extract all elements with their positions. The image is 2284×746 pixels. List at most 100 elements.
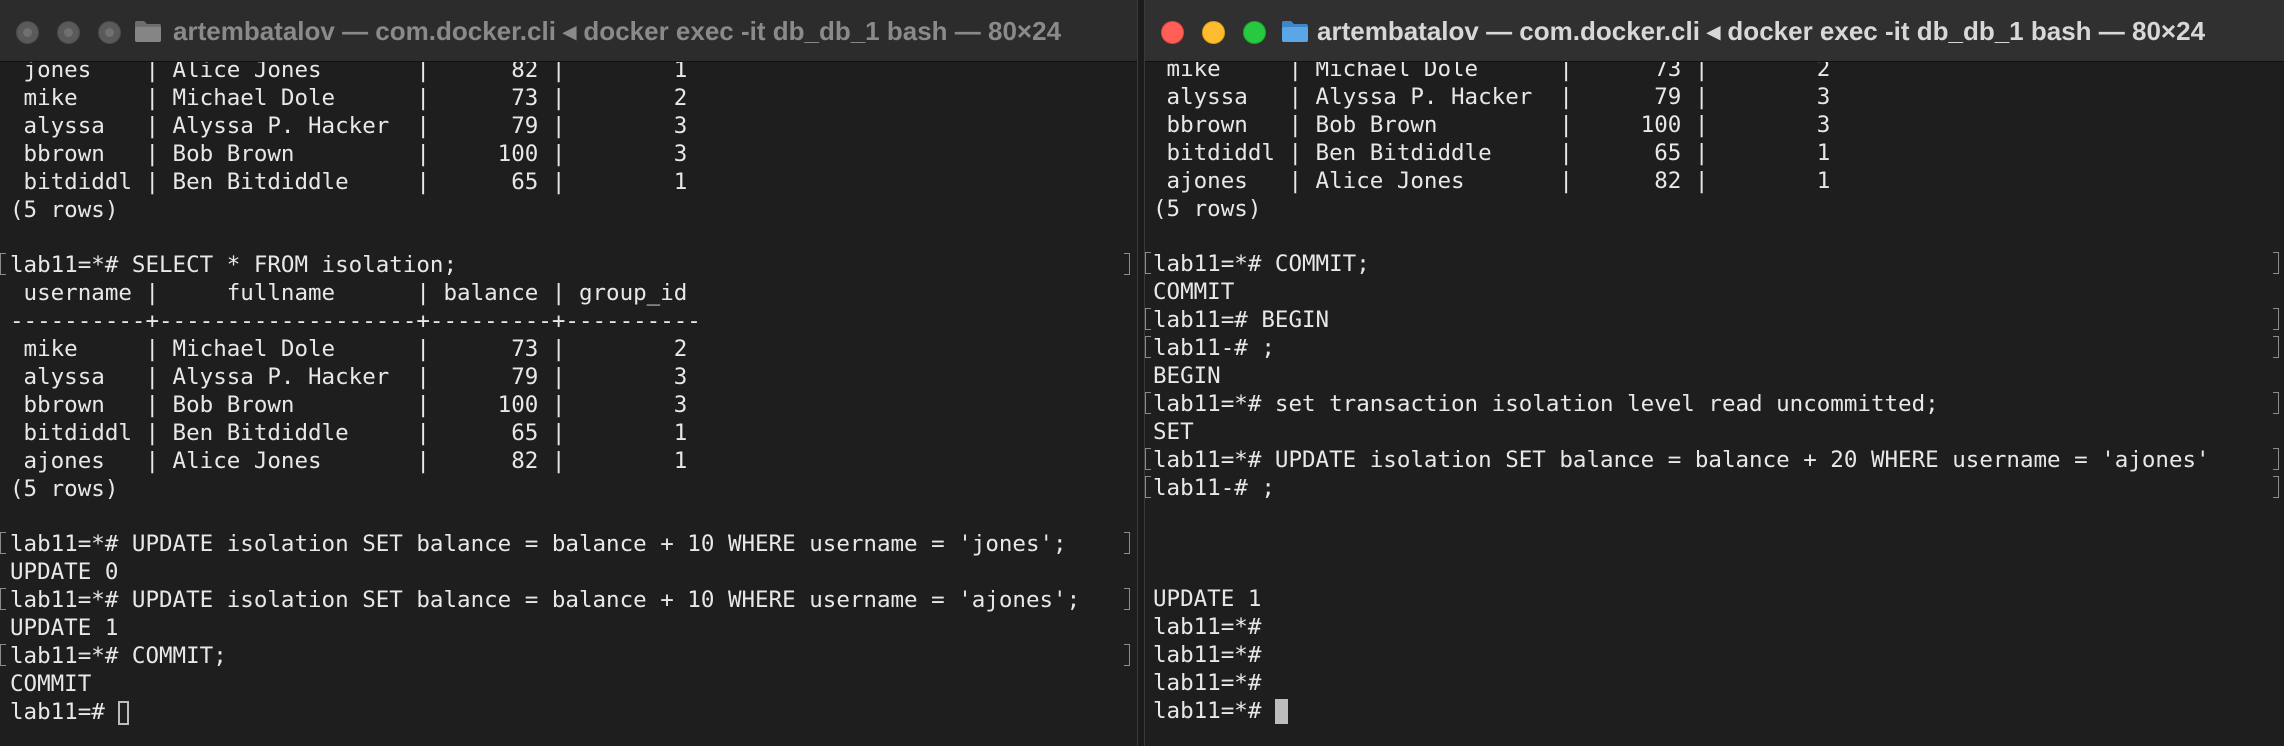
terminal-line: lab11-# ;	[1145, 334, 2284, 362]
line-text: lab11=*# UPDATE isolation SET balance = …	[10, 587, 1081, 614]
terminal-line: BEGIN	[1145, 362, 2284, 390]
line-text: lab11=*#	[1153, 669, 1262, 696]
line-text: bbrown | Bob Brown | 100 | 3	[10, 391, 688, 418]
line-text: alyssa | Alyssa P. Hacker | 79 | 3	[10, 112, 688, 139]
line-text: lab11=*#	[1153, 641, 1262, 668]
zoom-button[interactable]	[1243, 21, 1266, 44]
prompt-marker-open	[1145, 475, 1151, 498]
close-button[interactable]	[16, 21, 39, 44]
prompt-marker-open	[1145, 308, 1151, 331]
line-text: COMMIT	[10, 670, 92, 697]
terminal-line: lab11=*# UPDATE isolation SET balance = …	[0, 530, 1137, 558]
line-text: (5 rows)	[10, 196, 119, 223]
line-text: (5 rows)	[10, 475, 119, 502]
terminal-line: alyssa | Alyssa P. Hacker | 79 | 3	[0, 112, 1137, 140]
terminal-line: lab11=#	[0, 698, 1137, 726]
line-text: SET	[1153, 418, 1194, 445]
text-cursor	[1274, 698, 1288, 724]
line-text: ----------+-------------------+---------…	[10, 308, 701, 335]
terminal-line: lab11=*# UPDATE isolation SET balance = …	[0, 586, 1137, 614]
terminal-line: bbrown | Bob Brown | 100 | 3	[0, 391, 1137, 419]
terminal-line: lab11=*# SELECT * FROM isolation;	[0, 251, 1137, 279]
prompt-marker-open	[0, 532, 6, 555]
line-text: lab11=*# set transaction isolation level…	[1153, 390, 1939, 417]
terminal-line: ----------+-------------------+---------…	[0, 307, 1137, 335]
line-text: lab11=*# SELECT * FROM isolation;	[10, 252, 458, 279]
prompt-marker-close	[2273, 391, 2279, 414]
terminal-line: alyssa | Alyssa P. Hacker | 79 | 3	[1145, 83, 2284, 111]
prompt-marker-open	[0, 253, 6, 276]
line-text: lab11-# ;	[1153, 335, 1275, 361]
prompt-marker-open	[1145, 447, 1151, 470]
terminal-line: SET	[1145, 418, 2284, 446]
line-text: jones | Alice Jones | 82 | 1	[10, 62, 688, 83]
terminal-line: mike | Michael Dole | 73 | 2	[1145, 62, 2284, 83]
line-text: lab11=# BEGIN	[1153, 307, 1330, 334]
terminal-line: bitdiddl | Ben Bitdiddle | 65 | 1	[0, 419, 1137, 447]
line-text: ajones | Alice Jones | 82 | 1	[10, 447, 688, 474]
terminal-line: ajones | Alice Jones | 82 | 1	[1145, 167, 2284, 195]
prompt-marker-close	[2273, 252, 2279, 275]
prompt-marker-close	[1124, 643, 1130, 666]
terminal-line: COMMIT	[0, 670, 1137, 698]
line-text: lab11=*#	[1153, 614, 1262, 640]
folder-icon	[135, 21, 161, 42]
line-text: (5 rows)	[1153, 195, 1262, 222]
terminal-line: UPDATE 1	[0, 614, 1137, 642]
terminal-line: lab11=*# UPDATE isolation SET balance = …	[1145, 446, 2284, 474]
terminal-line: ajones | Alice Jones | 82 | 1	[0, 447, 1137, 475]
line-text: bitdiddl | Ben Bitdiddle | 65 | 1	[10, 168, 688, 195]
line-text: alyssa | Alyssa P. Hacker | 79 | 3	[10, 363, 688, 390]
prompt-marker-close	[2273, 308, 2279, 331]
terminal-line: jones | Alice Jones | 82 | 1	[0, 62, 1137, 84]
prompt-marker-close	[2273, 336, 2279, 358]
prompt-marker-close	[1124, 253, 1130, 276]
prompt-marker-open	[1145, 252, 1151, 275]
terminal-line: lab11=*#	[1145, 613, 2284, 641]
close-button[interactable]	[1161, 21, 1184, 44]
line-text: mike | Michael Dole | 73 | 2	[10, 336, 688, 362]
line-text: bbrown | Bob Brown | 100 | 3	[1153, 111, 1831, 138]
zoom-button[interactable]	[98, 21, 121, 44]
terminal-line: lab11=*# COMMIT;	[0, 642, 1137, 670]
prompt-marker-close	[1124, 588, 1130, 611]
terminal-output[interactable]: jones | Alice Jones | 82 | 1 mike | Mich…	[0, 62, 1137, 746]
terminal-line: bitdiddl | Ben Bitdiddle | 65 | 1	[0, 168, 1137, 196]
terminal-line: (5 rows)	[0, 196, 1137, 224]
line-text: bitdiddl | Ben Bitdiddle | 65 | 1	[10, 419, 688, 446]
terminal-line: lab11=*#	[1145, 641, 2284, 669]
terminal-line: bitdiddl | Ben Bitdiddle | 65 | 1	[1145, 139, 2284, 167]
text-cursor	[118, 700, 130, 725]
line-text: UPDATE 0	[10, 559, 119, 586]
terminal-line: username | fullname | balance | group_id	[0, 279, 1137, 307]
terminal-line: bbrown | Bob Brown | 100 | 3	[0, 140, 1137, 168]
line-text: COMMIT	[1153, 279, 1235, 306]
line-text: bitdiddl | Ben Bitdiddle | 65 | 1	[1153, 139, 1831, 166]
minimize-button[interactable]	[57, 21, 80, 44]
terminal-line: COMMIT	[1145, 278, 2284, 306]
prompt-marker-close	[2273, 475, 2279, 498]
line-text: username | fullname | balance | group_id	[10, 280, 688, 307]
terminal-line: lab11=*#	[1145, 697, 2284, 725]
terminal-window-left[interactable]: artembatalov — com.docker.cli ◂ docker e…	[0, 0, 1138, 746]
line-text: lab11=*# COMMIT;	[10, 642, 227, 669]
title-bar[interactable]: artembatalov — com.docker.cli ◂ docker e…	[0, 0, 1137, 62]
terminal-line: UPDATE 0	[0, 558, 1137, 586]
terminal-line: lab11-# ;	[1145, 474, 2284, 502]
prompt-marker-open	[0, 643, 6, 666]
folder-icon	[1282, 21, 1308, 42]
minimize-button[interactable]	[1202, 21, 1225, 44]
line-text: bbrown | Bob Brown | 100 | 3	[10, 140, 688, 167]
title-bar[interactable]: artembatalov — com.docker.cli ◂ docker e…	[1145, 0, 2284, 62]
line-text: alyssa | Alyssa P. Hacker | 79 | 3	[1153, 83, 1831, 110]
line-text: lab11-# ;	[1153, 474, 1275, 501]
terminal-output[interactable]: mike | Michael Dole | 73 | 2 alyssa | Al…	[1145, 62, 2284, 746]
terminal-line: lab11=*# COMMIT;	[1145, 250, 2284, 278]
terminal-line: lab11=*# set transaction isolation level…	[1145, 390, 2284, 418]
terminal-window-right[interactable]: artembatalov — com.docker.cli ◂ docker e…	[1144, 0, 2284, 746]
